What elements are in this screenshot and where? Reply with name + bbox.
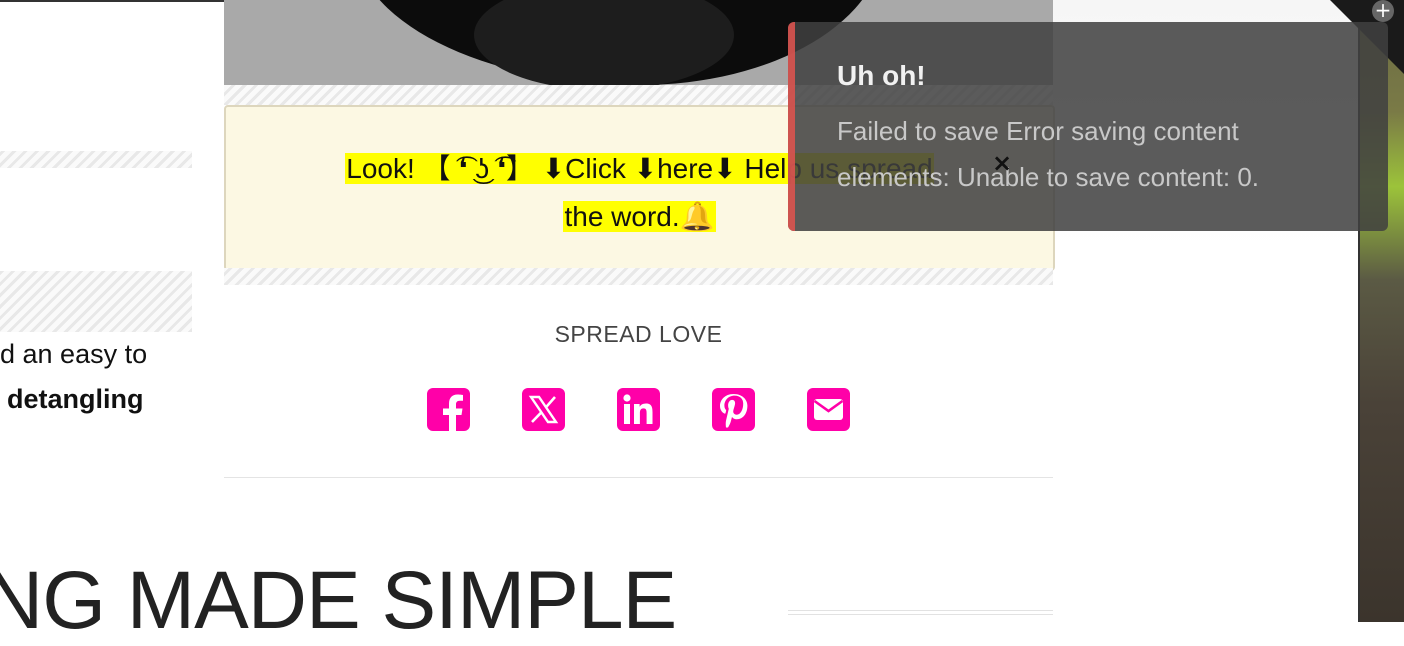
facebook-share-button[interactable] [427, 388, 470, 431]
striped-divider [0, 271, 192, 332]
striped-divider [0, 151, 192, 168]
striped-divider [224, 268, 1053, 285]
section-divider [224, 477, 1053, 478]
toast-title: Uh oh! [837, 60, 926, 91]
spread-love-label: SPREAD LOVE [554, 321, 723, 347]
email-share-button[interactable] [807, 388, 850, 431]
article-text-fragment: d an easy to [0, 339, 148, 369]
toast-message: Failed to save Error saving content elem… [837, 116, 1260, 192]
person-shoulder [474, 0, 734, 85]
linkedin-icon [617, 388, 660, 431]
facebook-icon [427, 388, 470, 431]
linkedin-share-button[interactable] [617, 388, 660, 431]
close-icon[interactable]: × [992, 150, 1012, 176]
rule-line [788, 614, 1053, 615]
x-share-button[interactable] [522, 388, 565, 431]
toast-accent-bar [788, 22, 795, 231]
pinterest-share-button[interactable] [712, 388, 755, 431]
plus-icon[interactable]: + [1372, 0, 1394, 22]
callout-line-2[interactable]: the word.🔔 [563, 201, 716, 232]
x-icon [522, 388, 565, 431]
rule-line [788, 610, 1053, 611]
email-icon [807, 388, 850, 431]
pinterest-icon [712, 388, 755, 431]
article-text-bold-fragment: detangling [7, 384, 144, 414]
error-toast[interactable]: Uh oh! Failed to save Error saving conte… [788, 22, 1388, 231]
section-heading: NG MADE SIMPLE [0, 555, 677, 646]
